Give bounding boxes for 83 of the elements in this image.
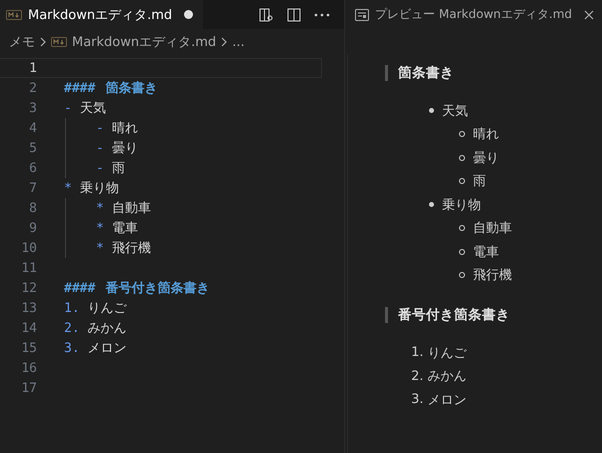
code-text: 曇り — [112, 140, 138, 157]
list-marker: * — [96, 220, 104, 236]
list-marker: * — [64, 180, 72, 196]
code-text: 自動車 — [112, 200, 151, 217]
line-number: 4 — [28, 120, 37, 136]
list-item-text: みかん — [428, 368, 466, 386]
line-number: 1 — [28, 60, 37, 76]
code-text: 天気 — [80, 100, 106, 117]
code-text: 雨 — [112, 160, 125, 177]
line-number: 5 — [28, 140, 37, 156]
chevron-icon — [221, 37, 228, 47]
line-number: 14 — [20, 320, 37, 336]
breadcrumb-item[interactable]: メモ — [9, 33, 35, 51]
code-text: 飛行機 — [112, 240, 151, 257]
line-number: 12 — [20, 280, 37, 296]
code-text: 電車 — [112, 220, 138, 237]
breadcrumb-item[interactable]: Markdownエディタ.md — [72, 33, 216, 51]
line-number: 3 — [28, 100, 37, 116]
preview-heading: 番号付き箇条書き — [385, 307, 602, 323]
list-item-text: 乗り物 — [442, 196, 482, 214]
list-marker: - — [64, 100, 72, 116]
line-number: 2 — [28, 80, 37, 96]
line-number: 9 — [28, 220, 37, 236]
list-item-text: 雨 — [473, 173, 486, 190]
circle-bullet-icon — [459, 131, 466, 138]
preview-heading: 箇条書き — [385, 65, 602, 81]
preview-tab[interactable]: プレビュー Markdownエディタ.md — [345, 0, 602, 29]
close-icon[interactable] — [584, 10, 594, 20]
list-marker: * — [96, 240, 104, 256]
list-number: 1. — [411, 345, 424, 360]
list-marker: 1. — [64, 300, 80, 316]
line-number: 17 — [20, 380, 37, 396]
list-marker: - — [96, 160, 104, 176]
list-marker: * — [96, 200, 104, 216]
line-number: 10 — [20, 240, 37, 256]
list-number: 2. — [411, 368, 424, 384]
code-text: りんご — [88, 300, 127, 317]
list-item-text: 晴れ — [473, 126, 500, 144]
tab-title: プレビュー Markdownエディタ.md — [375, 6, 572, 23]
markdown-file-icon — [6, 10, 22, 20]
line-number: 8 — [28, 200, 37, 216]
code-text: メロン — [88, 340, 127, 357]
more-actions-icon[interactable] — [314, 12, 330, 16]
list-item-text: りんご — [428, 344, 466, 362]
list-marker: - — [96, 140, 104, 156]
heading-mark: #### — [64, 280, 96, 296]
list-item-text: 飛行機 — [473, 267, 512, 284]
circle-bullet-icon — [459, 272, 466, 278]
list-item-text: 天気 — [442, 102, 468, 120]
chevron-icon — [40, 37, 46, 47]
open-preview-icon[interactable] — [258, 6, 274, 22]
markdown-file-icon — [51, 37, 67, 47]
line-number: 13 — [20, 300, 37, 316]
circle-bullet-icon — [459, 248, 466, 255]
split-editor-icon[interactable] — [286, 6, 302, 22]
line-number: 6 — [28, 160, 37, 176]
preview-icon — [355, 8, 370, 20]
list-item-text: 自動車 — [473, 220, 512, 238]
tab-title: Markdownエディタ.md — [28, 6, 172, 24]
breadcrumb-more[interactable]: ... — [232, 34, 245, 50]
editor-tab[interactable]: Markdownエディタ.md — [0, 0, 204, 29]
list-item-text: 曇り — [473, 150, 500, 167]
list-item-text: メロン — [428, 392, 466, 409]
bullet-icon — [429, 108, 434, 114]
line-number: 15 — [20, 340, 37, 356]
code-text: みかん — [88, 320, 127, 337]
list-item-text: 電車 — [473, 244, 500, 261]
circle-bullet-icon — [459, 225, 466, 232]
list-number: 3. — [411, 392, 424, 408]
line-number: 7 — [28, 180, 37, 196]
bullet-icon — [429, 202, 434, 208]
line-number: 11 — [20, 260, 37, 276]
code-text: 乗り物 — [80, 180, 119, 197]
line-number: 16 — [20, 360, 37, 376]
circle-bullet-icon — [459, 154, 466, 161]
list-marker: 3. — [64, 340, 80, 356]
heading-mark: #### — [64, 80, 96, 96]
circle-bullet-icon — [459, 178, 466, 184]
list-marker: - — [96, 120, 104, 136]
list-marker: 2. — [64, 320, 80, 336]
code-heading: 箇条書き — [105, 80, 158, 97]
code-heading: 番号付き箇条書き — [105, 280, 210, 297]
code-text: 晴れ — [112, 120, 138, 137]
